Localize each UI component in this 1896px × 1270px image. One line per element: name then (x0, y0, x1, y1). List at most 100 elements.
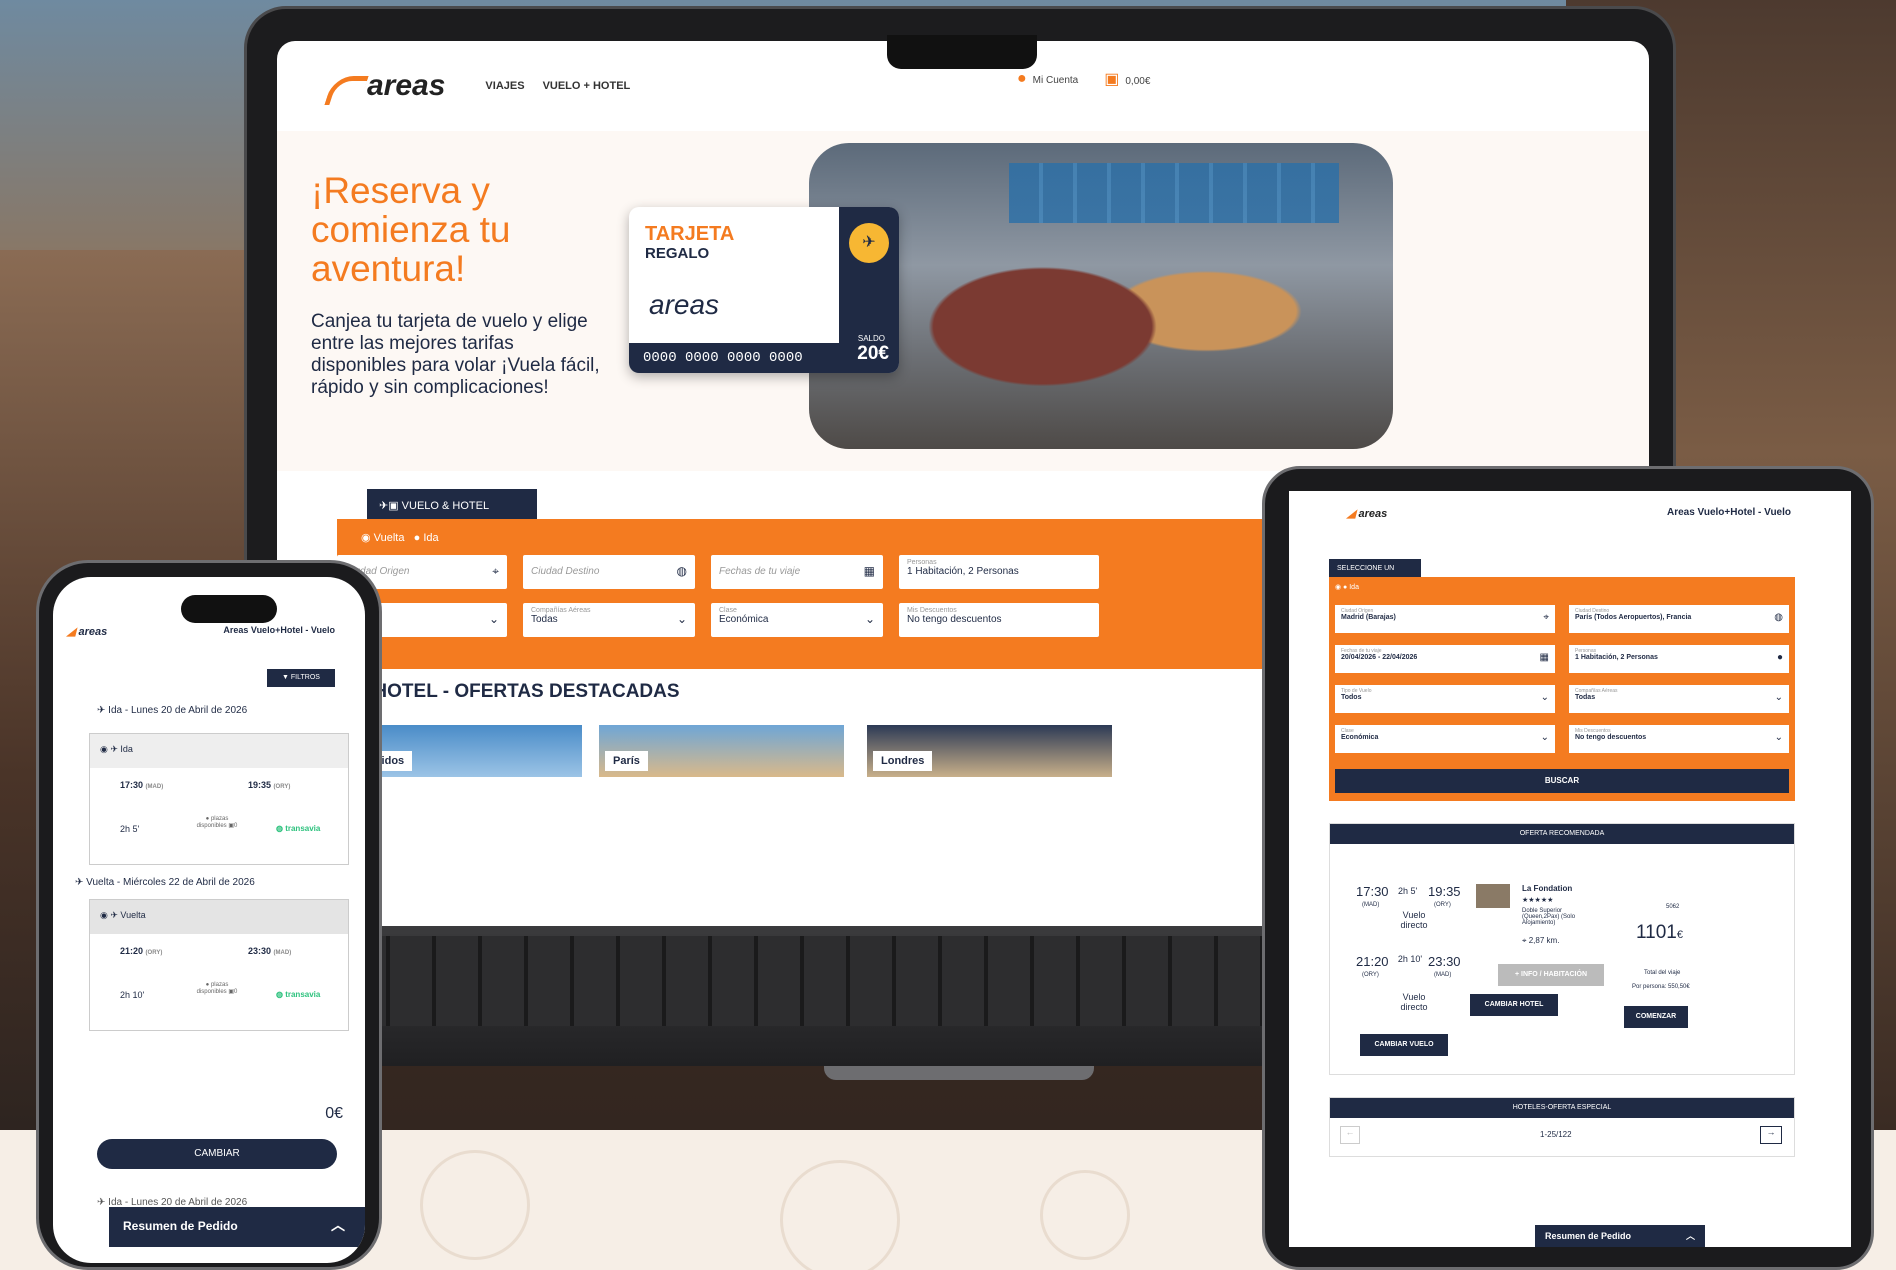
calendar-icon: ▦ (863, 564, 875, 578)
return-airline-name: transavia (285, 990, 321, 999)
field-value: No tengo descuentos (1575, 734, 1647, 741)
outbound-departure: 17:30 (1356, 884, 1389, 899)
return-title-text: Vuelta - Miércoles 22 de Abril de 2026 (86, 877, 255, 888)
return-flight-card[interactable]: ◉ ✈ Vuelta 21:20 (ORY) 23:30 (MAD) 2h 10… (89, 899, 349, 1031)
filters-button[interactable]: ▼ FILTROS (267, 669, 335, 687)
plane-icon: ✈ (110, 910, 121, 920)
outbound-dep-value: 17:30 (120, 780, 144, 790)
filters-label: FILTROS (290, 674, 320, 681)
outbound-label: Ida (120, 744, 133, 754)
phone-logo-text: areas (78, 626, 108, 638)
gift-card-saldo-label: SALDO (857, 334, 885, 343)
field-value: París (Todos Aeropuertos), Francia (1575, 614, 1692, 621)
discounts-select[interactable]: Mis Descuentos No tengo descuentos (899, 603, 1099, 637)
phone-logo[interactable]: ◢ areas (67, 625, 107, 638)
info-room-button[interactable]: + INFO / HABITACIÓN (1498, 964, 1604, 986)
per-person-price: Por persona: 550,50€ (1632, 984, 1690, 990)
class-select[interactable]: Clase Económica ⌄ (711, 603, 883, 637)
destination-placeholder: Ciudad Destino (531, 566, 600, 577)
pagination-label: 1-25/122 (1540, 1130, 1572, 1139)
persons-field[interactable]: Personas 1 Habitación, 2 Personas (899, 555, 1099, 589)
change-flight-button[interactable]: CAMBIAR VUELO (1360, 1034, 1448, 1056)
class-label: Clase (719, 607, 737, 614)
calendar-icon: ▦ (1539, 652, 1549, 663)
account-label: Mi Cuenta (1032, 75, 1079, 86)
compass-doodle (420, 1150, 530, 1260)
tablet-discounts-select[interactable]: Mis Descuentos No tengo descuentos ⌄ (1569, 725, 1789, 753)
return-arrival: 23:30 (1428, 954, 1461, 969)
change-button[interactable]: CAMBIAR (97, 1139, 337, 1169)
order-summary-bar[interactable]: Resumen de Pedido ︿ (1535, 1225, 1705, 1247)
outbound-airline-name: transavia (285, 824, 321, 833)
hotel-distance-value: 2,87 km. (1528, 936, 1560, 945)
total-label: Total del viaje (1644, 970, 1681, 976)
return-departure-code: (ORY) (1362, 972, 1379, 978)
tablet-dates-field[interactable]: Fechas de tu viaje 20/04/2026 - 22/04/202… (1335, 645, 1555, 673)
chevron-down-icon: ⌄ (1540, 732, 1549, 743)
account-link[interactable]: ● Mi Cuenta (1017, 70, 1078, 88)
tab-vuelo-hotel[interactable]: ✈▣ VUELO & HOTEL (367, 489, 537, 523)
search-button[interactable]: BUSCAR (1335, 769, 1789, 793)
tablet-screen: ◢ areas Areas Vuelo+Hotel - Vuelo SELECC… (1289, 491, 1851, 1247)
change-hotel-button[interactable]: CAMBIAR HOTEL (1470, 994, 1558, 1016)
chevron-up-icon: ︿ (1685, 1231, 1695, 1241)
chevron-down-icon: ⌄ (1774, 732, 1783, 743)
phone-header-title: Areas Vuelo+Hotel - Vuelo (223, 625, 335, 635)
radio-ida[interactable]: ● Ida (414, 532, 439, 544)
laptop-camera-notch (887, 35, 1037, 69)
outbound-bags: 0 (234, 823, 238, 829)
outbound-flight-card[interactable]: ◉ ✈ Ida 17:30 (MAD) 19:35 (ORY) 2h 5' ● … (89, 733, 349, 865)
nav-vuelo-hotel[interactable]: VUELO + HOTEL (543, 80, 631, 92)
tablet-logo[interactable]: ◢ areas (1347, 507, 1387, 520)
plane-takeoff-icon: ✈ (97, 705, 109, 716)
location-pin-icon: ⌖ (1522, 936, 1529, 945)
discounts-label: Mis Descuentos (907, 607, 957, 614)
radio-vuelta[interactable]: ◉ Vuelta (361, 532, 404, 544)
tablet-radio-ida[interactable]: ◉ ● Ida (1335, 583, 1359, 591)
chevron-down-icon: ⌄ (488, 612, 499, 626)
phone-order-summary-label: Resumen de Pedido (123, 1219, 238, 1233)
return-arr-time: 23:30 (MAD) (248, 946, 291, 956)
radio-selected-icon: ◉ (100, 744, 111, 754)
nav-viajes[interactable]: VIAJES (485, 80, 524, 92)
next-page-button[interactable]: → (1760, 1126, 1782, 1144)
hero-section: ¡Reserva y comienza tu aventura! Canjea … (277, 131, 1649, 471)
tablet-persons-field[interactable]: Personas 1 Habitación, 2 Personas ● (1569, 645, 1789, 673)
tablet-flight-type-select[interactable]: Tipo de Vuelo Todos ⌄ (1335, 685, 1555, 713)
return-airline: ◍ transavia (276, 990, 320, 999)
tablet-class-select[interactable]: Clase Económica ⌄ (1335, 725, 1555, 753)
tablet-search-form: ◉ ● Ida Ciudad Origen Madrid (Barajas) ⌖ C… (1329, 577, 1795, 801)
cart-link[interactable]: ▣ 0,00€ (1104, 69, 1150, 89)
outbound-arr-value: 19:35 (248, 780, 272, 790)
tablet-airline-select[interactable]: Compañías Aéreas Todas ⌄ (1569, 685, 1789, 713)
tablet-destination-field[interactable]: Ciudad Destino París (Todos Aeropuertos),… (1569, 605, 1789, 633)
plane-bed-icon: ✈ (849, 223, 889, 263)
areas-logo[interactable]: areas (327, 69, 445, 103)
city-label: Londres (873, 751, 933, 771)
destination-field[interactable]: Ciudad Destino ◍ (523, 555, 695, 589)
laptop-trackpad-lip (824, 1066, 1094, 1080)
gift-card-number: 0000 0000 0000 0000 (629, 343, 839, 373)
chevron-down-icon: ⌄ (676, 612, 687, 626)
start-button[interactable]: COMENZAR (1624, 1006, 1688, 1028)
airlines-select[interactable]: Compañías Aéreas Todas ⌄ (523, 603, 695, 637)
hotel-room: Doble Superior (Queen,2Pax) (Solo Alojam… (1522, 908, 1576, 926)
cart-icon: ▣ (1104, 71, 1120, 88)
tablet-logo-text: areas (1358, 508, 1388, 520)
hero-title: ¡Reserva y comienza tu aventura! (311, 170, 511, 289)
tablet-search-tab[interactable]: SELECCIONE UN (1329, 559, 1421, 579)
recommended-offer-title: OFERTA RECOMENDADA (1330, 824, 1794, 844)
offers-title: O + HOTEL - OFERTAS DESTACADAS (337, 681, 680, 702)
stamp-doodle (1040, 1170, 1130, 1260)
tablet-origin-field[interactable]: Ciudad Origen Madrid (Barajas) ⌖ (1335, 605, 1555, 633)
phone-order-summary-bar[interactable]: Resumen de Pedido ︿ (109, 1207, 365, 1247)
radio-selected-icon: ◉ (100, 910, 111, 920)
dates-field[interactable]: Fechas de tu viaje ▦ (711, 555, 883, 589)
field-value: 1 Habitación, 2 Personas (1575, 654, 1658, 661)
prev-page-button[interactable]: ← (1340, 1126, 1360, 1144)
city-card-london[interactable]: Londres (867, 725, 1112, 777)
city-card-paris[interactable]: París (599, 725, 844, 777)
plane-hotel-icon: ✈▣ (379, 500, 402, 512)
city-label: París (605, 751, 648, 771)
return-card-header: ◉ ✈ Vuelta (90, 900, 348, 934)
